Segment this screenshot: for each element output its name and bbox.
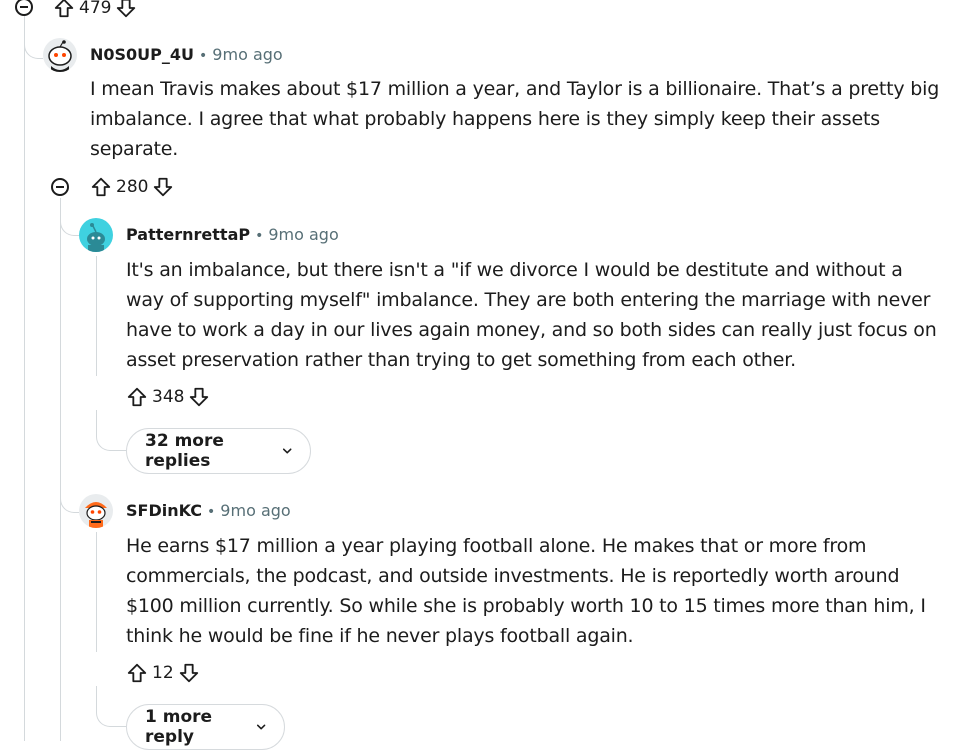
- more-replies-label: 1 more reply: [145, 707, 213, 747]
- comment-line: have to work a day in our lives again mo…: [126, 319, 937, 341]
- comment-body: I mean Travis makes about $17 million a …: [90, 74, 940, 164]
- meta-separator: •: [207, 504, 216, 520]
- comment-line: commercials, the podcast, and outside in…: [126, 565, 900, 587]
- vote-bar-top: 479: [53, 0, 137, 20]
- comment-line: I mean Travis makes about $17 million a …: [90, 78, 940, 100]
- vote-score: 12: [152, 663, 174, 683]
- comment-line: way of supporting myself" imbalance. The…: [126, 289, 931, 311]
- avatar[interactable]: [43, 38, 77, 72]
- thread-line-c3: [96, 532, 97, 652]
- chevron-down-icon: [282, 448, 292, 454]
- downvote-icon[interactable]: [152, 176, 174, 198]
- author-name[interactable]: SFDinKC: [126, 501, 202, 520]
- more-replies-button[interactable]: 32 more replies: [126, 428, 311, 474]
- author-name[interactable]: N0S0UP_4U: [90, 45, 194, 64]
- vote-bar: 12: [126, 661, 200, 685]
- more-replies-button[interactable]: 1 more reply: [126, 704, 285, 750]
- comment-body: It's an imbalance, but there isn't a "if…: [126, 255, 956, 375]
- thread-curve-c3: [60, 470, 79, 513]
- thread-curve-c1: [24, 30, 43, 59]
- meta-separator: •: [255, 228, 264, 244]
- upvote-icon[interactable]: [126, 662, 148, 684]
- comment-line: It's an imbalance, but there isn't a "if…: [126, 259, 903, 281]
- collapse-icon[interactable]: [15, 0, 33, 16]
- thread-line-c2: [96, 256, 97, 376]
- thread-curve-more-2: [96, 686, 127, 727]
- thread-line-root: [24, 12, 25, 741]
- vote-score: 479: [79, 0, 112, 18]
- downvote-icon[interactable]: [178, 662, 200, 684]
- comment-body: He earns $17 million a year playing foot…: [126, 531, 956, 651]
- collapse-icon[interactable]: [51, 178, 69, 196]
- thread-curve-c2: [60, 205, 79, 236]
- meta-separator: •: [199, 48, 208, 64]
- comment-meta: SFDinKC • 9mo ago: [126, 501, 291, 520]
- more-replies-label: 32 more replies: [145, 431, 224, 471]
- comment-meta: PatternrettaP • 9mo ago: [126, 225, 339, 244]
- downvote-icon[interactable]: [188, 386, 210, 408]
- timestamp[interactable]: 9mo ago: [268, 225, 338, 244]
- comment-line: $100 million currently. So while she is …: [126, 595, 926, 617]
- avatar[interactable]: [79, 494, 113, 528]
- comment-line: He earns $17 million a year playing foot…: [126, 535, 867, 557]
- comment-meta: N0S0UP_4U • 9mo ago: [90, 45, 283, 64]
- thread-curve-more-1: [96, 410, 127, 451]
- vote-bar: 280: [90, 175, 174, 199]
- vote-score: 348: [152, 387, 185, 407]
- avatar[interactable]: [79, 218, 113, 252]
- upvote-icon[interactable]: [126, 386, 148, 408]
- vote-bar: 348: [126, 385, 210, 409]
- chevron-down-icon: [256, 724, 266, 730]
- comment-line: asset preservation rather than trying to…: [126, 349, 796, 371]
- timestamp[interactable]: 9mo ago: [212, 45, 282, 64]
- author-name[interactable]: PatternrettaP: [126, 225, 250, 244]
- comment-line: imbalance. I agree that what probably ha…: [90, 108, 880, 130]
- comment-line: think he would be fine if he never plays…: [126, 625, 634, 647]
- downvote-icon[interactable]: [115, 0, 137, 19]
- vote-score: 280: [116, 177, 149, 197]
- upvote-icon[interactable]: [53, 0, 75, 19]
- upvote-icon[interactable]: [90, 176, 112, 198]
- timestamp[interactable]: 9mo ago: [220, 501, 290, 520]
- comment-line: separate.: [90, 138, 179, 160]
